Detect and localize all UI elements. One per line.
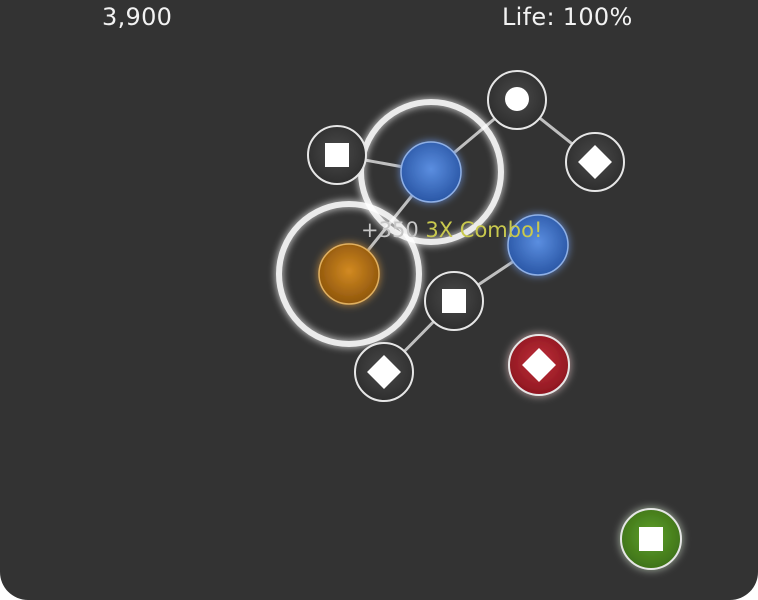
node-diamond-red[interactable] (508, 334, 570, 396)
node-circle-gray[interactable] (487, 70, 547, 130)
score-display: 3,900 (102, 3, 173, 31)
square-icon (639, 527, 663, 551)
node-square-gray-middle[interactable] (424, 271, 484, 331)
node-diamond-gray-right[interactable] (565, 132, 625, 192)
node-diamond-gray-bottom[interactable] (354, 342, 414, 402)
playfield[interactable] (0, 0, 758, 600)
node-square-gray-left[interactable] (307, 125, 367, 185)
node-blue-active[interactable] (400, 141, 462, 203)
square-icon (442, 289, 466, 313)
life-display: Life: 100% (502, 3, 633, 31)
node-square-green[interactable] (620, 508, 682, 570)
combo-popup: +350 3X Combo! (361, 218, 542, 242)
circle-icon (505, 87, 529, 111)
game-board[interactable]: 3,900 Life: 100% +350 3X Combo! (0, 0, 758, 600)
combo-multiplier: 3X Combo! (425, 218, 543, 242)
combo-points: +350 (361, 218, 419, 242)
node-orange[interactable] (318, 243, 380, 305)
life-value: 100% (562, 3, 633, 31)
square-icon (325, 143, 349, 167)
life-label: Life: (502, 3, 555, 31)
